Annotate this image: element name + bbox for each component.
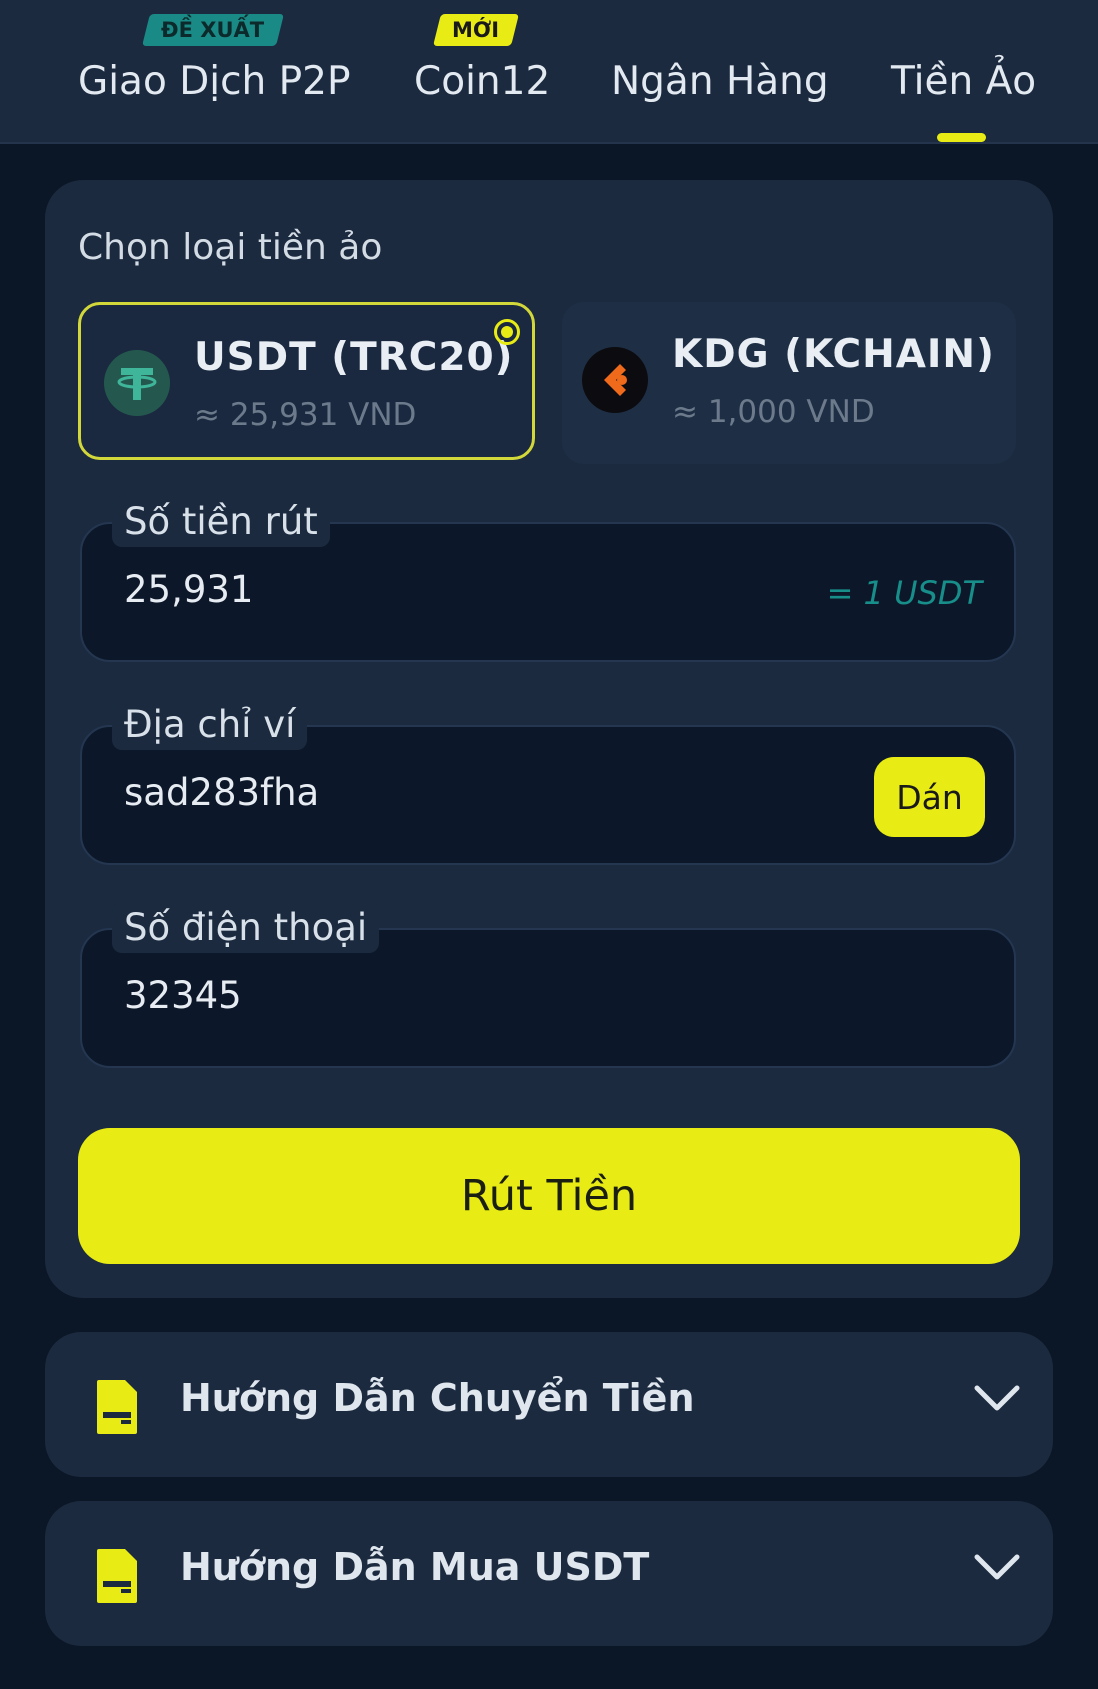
phone-field-label: Số điện thoại xyxy=(112,903,380,953)
selected-radio-icon xyxy=(494,319,520,345)
coin-rate: ≈ 1,000 VND xyxy=(672,394,875,430)
document-icon xyxy=(93,1378,141,1440)
phone-input[interactable]: 32345 xyxy=(124,974,242,1017)
chevron-down-icon xyxy=(973,1551,1021,1587)
active-tab-indicator xyxy=(937,133,986,142)
guide-title: Hướng Dẫn Mua USDT xyxy=(180,1545,650,1589)
tab-coin12[interactable]: Coin12 xyxy=(414,52,550,112)
document-icon xyxy=(93,1547,141,1609)
tether-icon xyxy=(104,350,170,416)
withdraw-button[interactable]: Rút Tiền xyxy=(78,1128,1020,1264)
tab-p2p[interactable]: Giao Dịch P2P xyxy=(78,52,351,112)
wallet-field-label: Địa chỉ ví xyxy=(112,700,308,750)
wallet-input[interactable]: sad283fha xyxy=(124,771,319,814)
guide-buy-usdt-accordion[interactable]: Hướng Dẫn Mua USDT xyxy=(45,1501,1053,1646)
coin-name: KDG (KCHAIN) xyxy=(672,332,995,377)
paste-button[interactable]: Dán xyxy=(874,757,985,837)
crypto-section-label: Chọn loại tiền ảo xyxy=(78,227,383,268)
kdg-icon xyxy=(582,347,648,413)
top-tab-bar: ĐỀ XUẤT MỚI Giao Dịch P2P Coin12 Ngân Hà… xyxy=(0,0,1098,144)
new-tag-label: MỚI xyxy=(452,18,500,42)
coin-name: USDT (TRC20) xyxy=(194,335,514,380)
guide-transfer-accordion[interactable]: Hướng Dẫn Chuyển Tiền xyxy=(45,1332,1053,1477)
recommended-tag-label: ĐỀ XUẤT xyxy=(161,18,265,42)
amount-equivalent: = 1 USDT xyxy=(826,574,982,612)
coin-option-usdt[interactable]: USDT (TRC20) ≈ 25,931 VND xyxy=(78,302,535,460)
amount-input[interactable]: 25,931 xyxy=(124,568,253,611)
new-tag: MỚI xyxy=(433,14,519,46)
amount-field-label: Số tiền rút xyxy=(112,497,330,547)
chevron-down-icon xyxy=(973,1382,1021,1418)
tab-crypto[interactable]: Tiền Ảo xyxy=(891,52,1036,112)
tab-bank[interactable]: Ngân Hàng xyxy=(611,52,829,112)
coin-option-kdg[interactable]: KDG (KCHAIN) ≈ 1,000 VND xyxy=(562,302,1016,464)
coin-rate: ≈ 25,931 VND xyxy=(194,397,417,433)
recommended-tag: ĐỀ XUẤT xyxy=(142,14,284,46)
guide-title: Hướng Dẫn Chuyển Tiền xyxy=(180,1376,695,1420)
